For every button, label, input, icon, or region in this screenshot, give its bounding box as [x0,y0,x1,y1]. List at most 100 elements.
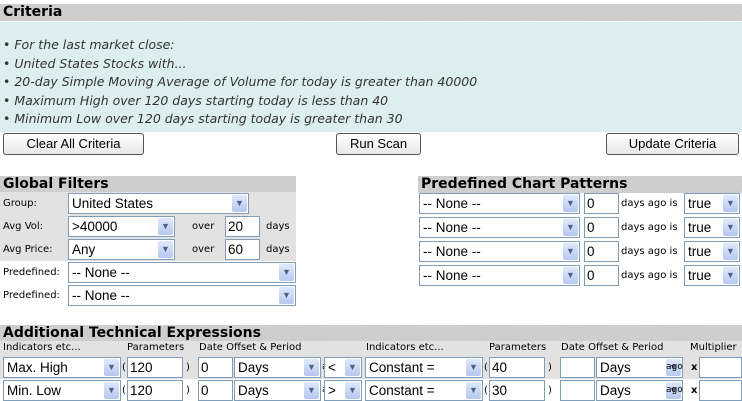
indicator2-select[interactable]: Constant = ▼ [365,380,483,401]
pattern-select[interactable]: -- None -- ▼ [419,217,580,238]
pattern-days-input[interactable]: 0 [584,193,619,214]
chevron-down-icon: ▼ [158,218,173,235]
days-ago-label: days ago is [621,222,678,233]
chevron-down-icon: ▼ [723,243,738,260]
chevron-down-icon: ▼ [232,195,247,212]
chart-patterns-header: Predefined Chart Patterns [418,176,742,193]
chevron-down-icon: ▼ [304,382,319,399]
criteria-line: • 20-day Simple Moving Average of Volume… [3,74,478,89]
technical-expressions-header: Additional Technical Expressions [0,325,742,342]
paren: ) [548,362,552,373]
operator-select[interactable]: < ▼ [324,357,362,378]
parameter-input[interactable]: 120 [127,357,183,378]
multiply-icon: x [691,385,698,396]
paren: ( [122,385,126,396]
avg-price-select[interactable]: Any ▼ [68,239,175,260]
indicator-select[interactable]: Max. High ▼ [3,357,121,378]
pattern-days-input[interactable]: 0 [584,217,619,238]
chevron-down-icon: ▼ [563,195,578,212]
predefined-label: Predefined: [3,267,60,278]
ago-label: ago [666,385,683,395]
period-select[interactable]: Days ▼ [234,380,321,401]
update-criteria-button[interactable]: Update Criteria [606,133,739,155]
criteria-line: • For the last market close: [3,37,175,52]
chevron-down-icon: ▼ [466,382,481,399]
days-label: days [266,221,290,232]
global-filters-header: Global Filters [0,176,296,193]
offset2-input[interactable] [560,357,595,378]
column-header: Indicators etc... [366,342,444,353]
chevron-down-icon: ▼ [158,241,173,258]
parameter2-input[interactable]: 30 [489,380,545,401]
period-select[interactable]: Days ▼ [234,357,321,378]
chevron-down-icon: ▼ [563,219,578,236]
chevron-down-icon: ▼ [563,243,578,260]
run-scan-button[interactable]: Run Scan [336,133,421,155]
offset2-input[interactable] [560,380,595,401]
criteria-line: • Minimum Low over 120 days starting tod… [3,111,403,126]
clear-all-criteria-button[interactable]: Clear All Criteria [3,133,144,155]
avg-vol-label: Avg Vol: [3,221,44,232]
pattern-select[interactable]: -- None -- ▼ [419,265,580,286]
chevron-down-icon: ▼ [563,267,578,284]
multiplier-input[interactable] [699,380,742,401]
chevron-down-icon: ▼ [104,359,119,376]
days-ago-label: days ago is [621,246,678,257]
paren: ( [484,362,488,373]
chevron-down-icon: ▼ [279,287,294,304]
predefined-label: Predefined: [3,290,60,301]
over-label: over [192,244,215,255]
paren: ) [186,362,190,373]
multiplier-input[interactable] [699,357,742,378]
ago-label: ago [666,362,683,372]
avg-price-days-input[interactable]: 60 [225,239,260,260]
pattern-select[interactable]: -- None -- ▼ [419,193,580,214]
paren: ( [484,385,488,396]
criteria-line: • United States Stocks with... [3,55,187,71]
pattern-select[interactable]: -- None -- ▼ [419,241,580,262]
chevron-down-icon: ▼ [723,195,738,212]
chevron-down-icon: ▼ [466,359,481,376]
days-ago-label: days ago is [621,198,678,209]
parameter2-input[interactable]: 40 [489,357,545,378]
avg-vol-select[interactable]: >40000 ▼ [68,216,175,237]
avg-vol-days-input[interactable]: 20 [225,216,260,237]
column-header: Date Offset & Period [199,342,302,353]
chevron-down-icon: ▼ [304,359,319,376]
criteria-summary: • For the last market close: • United St… [0,22,742,132]
offset-input[interactable]: 0 [198,380,233,401]
pattern-days-input[interactable]: 0 [584,265,619,286]
predefined-select-1[interactable]: -- None -- ▼ [68,262,296,283]
pattern-value-select[interactable]: true ▼ [684,193,740,214]
paren: ( [122,362,126,373]
criteria-line: • Maximum High over 120 days starting to… [3,92,389,108]
avg-price-label: Avg Price: [3,244,53,255]
indicator-select[interactable]: Min. Low ▼ [3,380,121,401]
pattern-value-select[interactable]: true ▼ [684,217,740,238]
indicator2-select[interactable]: Constant = ▼ [365,357,483,378]
multiply-icon: x [691,362,698,373]
offset-input[interactable]: 0 [198,357,233,378]
chevron-down-icon: ▼ [104,382,119,399]
criteria-header: Criteria [0,4,742,21]
group-select[interactable]: United States ▼ [68,193,249,214]
over-label: over [192,221,215,232]
operator-select[interactable]: > ▼ [324,380,362,401]
pattern-value-select[interactable]: true ▼ [684,265,740,286]
group-label: Group: [3,198,37,209]
predefined-select-2[interactable]: -- None -- ▼ [68,285,296,306]
paren: ) [548,385,552,396]
column-header: Parameters [489,342,547,353]
pattern-value-select[interactable]: true ▼ [684,241,740,262]
chevron-down-icon: ▼ [279,264,294,281]
chevron-down-icon: ▼ [723,267,738,284]
pattern-days-input[interactable]: 0 [584,241,619,262]
chevron-down-icon: ▼ [723,219,738,236]
column-header: Multiplier [690,342,737,353]
column-header: Date Offset & Period [561,342,664,353]
chevron-down-icon: ▼ [345,382,360,399]
parameter-input[interactable]: 120 [127,380,183,401]
chevron-down-icon: ▼ [345,359,360,376]
column-header: Indicators etc... [3,342,81,353]
days-ago-label: days ago is [621,270,678,281]
